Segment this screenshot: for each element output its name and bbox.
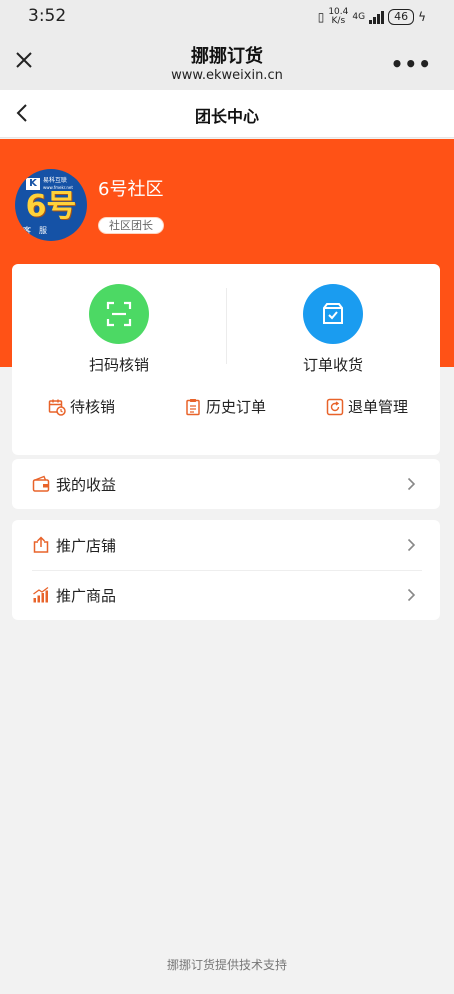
order-receive-label: 订单收货: [302, 356, 363, 374]
pending-verify-label: 待核销: [70, 398, 116, 416]
browser-header: 挪挪订货 www.ekweixin.cn •••: [0, 34, 454, 90]
avatar-sub-text: 客服: [23, 226, 55, 235]
list-item-promote-goods[interactable]: 推广商品: [12, 570, 440, 620]
promote-store-label: 推广店铺: [56, 536, 117, 555]
page-title: 团长中心: [194, 107, 259, 126]
signal-icon: [369, 10, 385, 24]
history-orders-button[interactable]: 历史订单: [184, 396, 266, 417]
profile-name: 6号社区: [98, 179, 164, 200]
menu-group-earnings: 我的收益: [12, 459, 440, 509]
brand-name: 易科互联: [43, 177, 68, 184]
promote-goods-label: 推广商品: [56, 586, 117, 605]
earnings-label: 我的收益: [56, 475, 117, 494]
action-card: 扫码核销 订单收货 待核销 历史订单 退单管理: [12, 264, 440, 455]
sub-actions: 待核销 历史订单 退单管理: [12, 396, 440, 424]
share-icon: [33, 536, 49, 553]
more-menu-button[interactable]: •••: [391, 52, 432, 76]
role-badge: 社区团长: [98, 217, 164, 234]
wallet-icon: [32, 475, 50, 492]
scan-icon: [89, 284, 149, 344]
page-nav: 团长中心: [0, 90, 454, 138]
chevron-right-icon: [407, 538, 416, 552]
footer-support-text: 挪挪订货提供技术支持: [166, 958, 287, 972]
avatar-big-text: 6号: [25, 189, 77, 224]
browser-title: 挪挪订货: [191, 46, 263, 67]
chevron-right-icon: [407, 588, 416, 602]
browser-url: www.ekweixin.cn: [171, 68, 283, 83]
charging-icon: ϟ: [418, 10, 426, 24]
avatar[interactable]: K 易科互联 www.fmekr.net 6号 客服: [15, 169, 87, 241]
net-speed-unit: K/s: [331, 16, 346, 26]
menu-group-promotion: 推广店铺 推广商品: [12, 520, 440, 620]
status-time: 3:52: [28, 6, 67, 26]
refund-icon: [326, 398, 344, 415]
refund-manage-label: 退单管理: [348, 398, 409, 416]
box-check-icon: [303, 284, 363, 344]
history-orders-label: 历史订单: [206, 398, 267, 416]
battery-icon: 46: [388, 9, 415, 25]
vibrate-icon: ▯: [317, 10, 325, 24]
scan-verify-button[interactable]: 扫码核销: [59, 284, 179, 375]
divider: [226, 288, 227, 364]
clock-calendar-icon: [48, 399, 66, 416]
clipboard-icon: [186, 398, 200, 415]
list-item-promote-store[interactable]: 推广店铺: [12, 520, 440, 570]
chevron-right-icon: [407, 477, 416, 491]
chart-icon: [33, 586, 49, 603]
list-item-earnings[interactable]: 我的收益: [12, 459, 440, 509]
scan-verify-label: 扫码核销: [88, 356, 149, 374]
network-type: 4G: [352, 11, 366, 22]
refund-manage-button[interactable]: 退单管理: [326, 396, 408, 417]
order-receive-button[interactable]: 订单收货: [273, 284, 393, 375]
status-bar: 3:52 ▯ 10.4 K/s 4G 46 ϟ: [0, 0, 454, 34]
pending-verify-button[interactable]: 待核销: [48, 396, 115, 417]
